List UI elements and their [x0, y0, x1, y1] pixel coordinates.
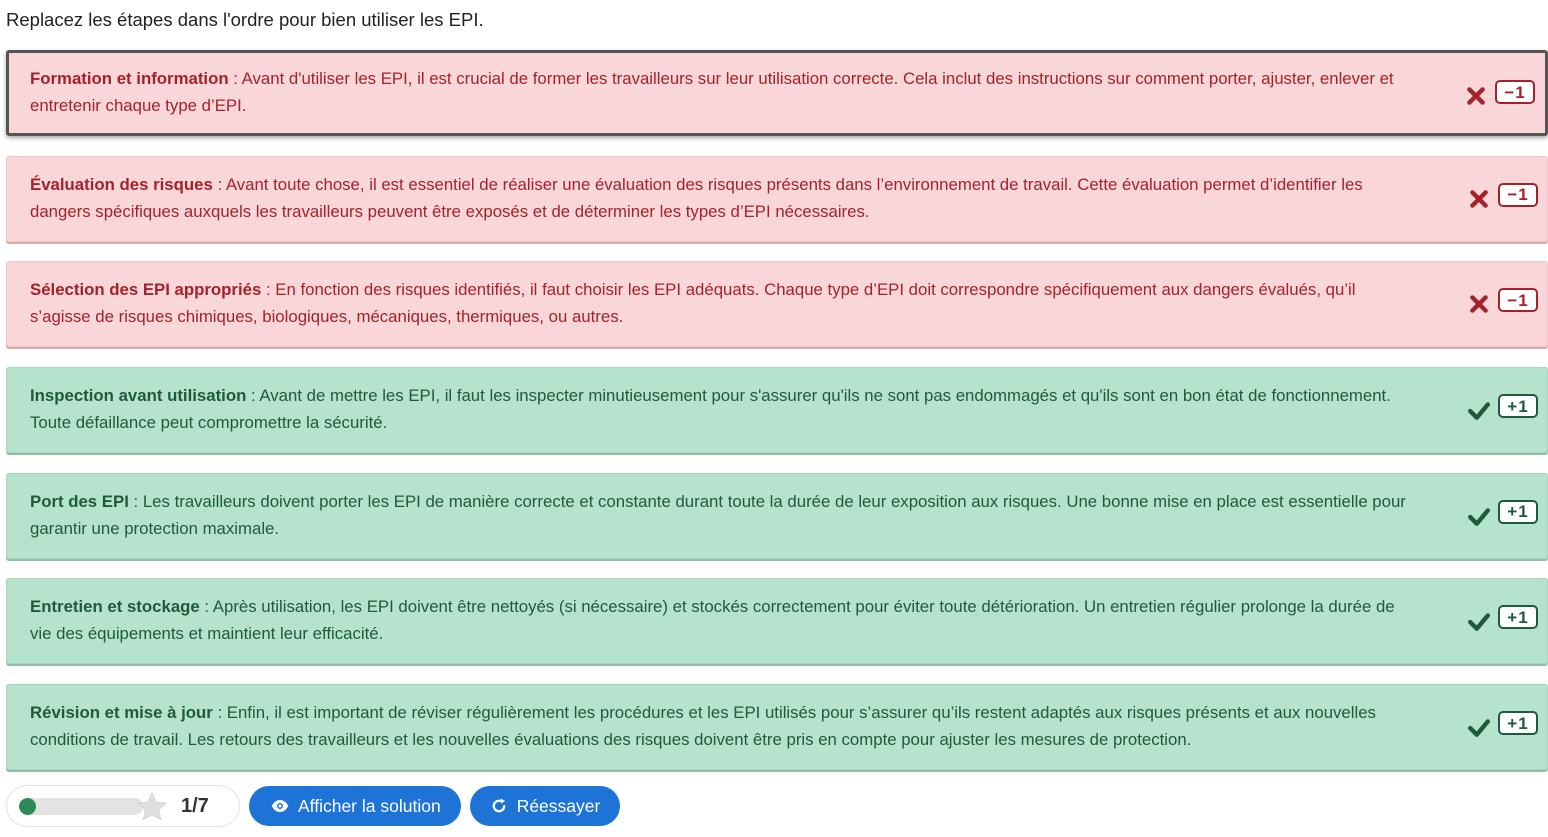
eye-icon [271, 800, 289, 812]
item-feedback: +1 [1468, 708, 1538, 738]
item-title: Sélection des EPI appropriés [30, 280, 262, 300]
score-progress: 1/7 [6, 785, 240, 827]
score-badge: +1 [1498, 394, 1538, 419]
progress-bar [19, 797, 143, 815]
score-badge: −1 [1498, 288, 1538, 313]
check-icon [1468, 613, 1490, 632]
item-feedback: −1 [1468, 285, 1538, 315]
check-icon [1468, 719, 1490, 738]
score-badge: +1 [1498, 499, 1538, 524]
instructions-text: Replacez les étapes dans l'ordre pour bi… [6, 9, 484, 30]
item-text: : Avant toute chose, il est essentiel de… [30, 174, 1363, 221]
retry-button[interactable]: Réessayer [469, 786, 621, 826]
list-item[interactable]: Évaluation des risques : Avant toute cho… [6, 155, 1548, 242]
score-badge: +1 [1498, 711, 1538, 736]
item-feedback: −1 [1465, 77, 1535, 107]
item-text: : Enfin, il est important de réviser rég… [30, 703, 1376, 750]
check-icon [1468, 402, 1490, 420]
item-text: : Après utilisation, les EPI doivent êtr… [30, 597, 1395, 644]
item-title: Formation et information [30, 69, 229, 88]
score-badge: +1 [1498, 605, 1538, 630]
item-title: Port des EPI [30, 491, 129, 511]
item-text: : Avant d'utiliser les EPI, il est cruci… [30, 69, 1394, 115]
list-item[interactable]: Formation et information : Avant d'utili… [6, 50, 1548, 136]
cross-icon [1467, 87, 1485, 105]
item-title: Évaluation des risques [30, 174, 213, 194]
list-item[interactable]: Sélection des EPI appropriés : En foncti… [6, 261, 1548, 348]
score-badge: −1 [1495, 80, 1535, 104]
item-title: Inspection avant utilisation [30, 386, 247, 406]
star-icon [136, 791, 168, 821]
list-item[interactable]: Entretien et stockage : Après utilisatio… [6, 578, 1548, 665]
cross-icon [1470, 189, 1488, 208]
retry-label: Réessayer [516, 795, 601, 816]
item-title: Entretien et stockage [30, 597, 200, 617]
item-feedback: +1 [1468, 497, 1538, 527]
footer-bar: 1/7 Afficher la solution Réessayer [6, 785, 621, 827]
refresh-icon [492, 798, 506, 813]
item-title: Révision et mise à jour [30, 703, 213, 723]
list-item[interactable]: Inspection avant utilisation : Avant de … [6, 367, 1548, 454]
show-solution-button[interactable]: Afficher la solution [249, 786, 461, 826]
list-item[interactable]: Révision et mise à jour : Enfin, il est … [6, 684, 1548, 771]
item-feedback: +1 [1468, 602, 1538, 632]
score-text: 1/7 [181, 795, 209, 817]
cross-icon [1470, 295, 1488, 314]
check-icon [1468, 508, 1490, 526]
list-item[interactable]: Port des EPI : Les travailleurs doivent … [6, 472, 1548, 559]
item-feedback: −1 [1468, 180, 1538, 210]
score-badge: −1 [1498, 182, 1538, 207]
progress-fill [19, 797, 37, 815]
item-text: : Les travailleurs doivent porter les EP… [30, 491, 1406, 538]
item-feedback: +1 [1468, 391, 1538, 421]
show-solution-label: Afficher la solution [298, 795, 441, 816]
sortable-list: Formation et information : Avant d'utili… [6, 50, 1548, 790]
